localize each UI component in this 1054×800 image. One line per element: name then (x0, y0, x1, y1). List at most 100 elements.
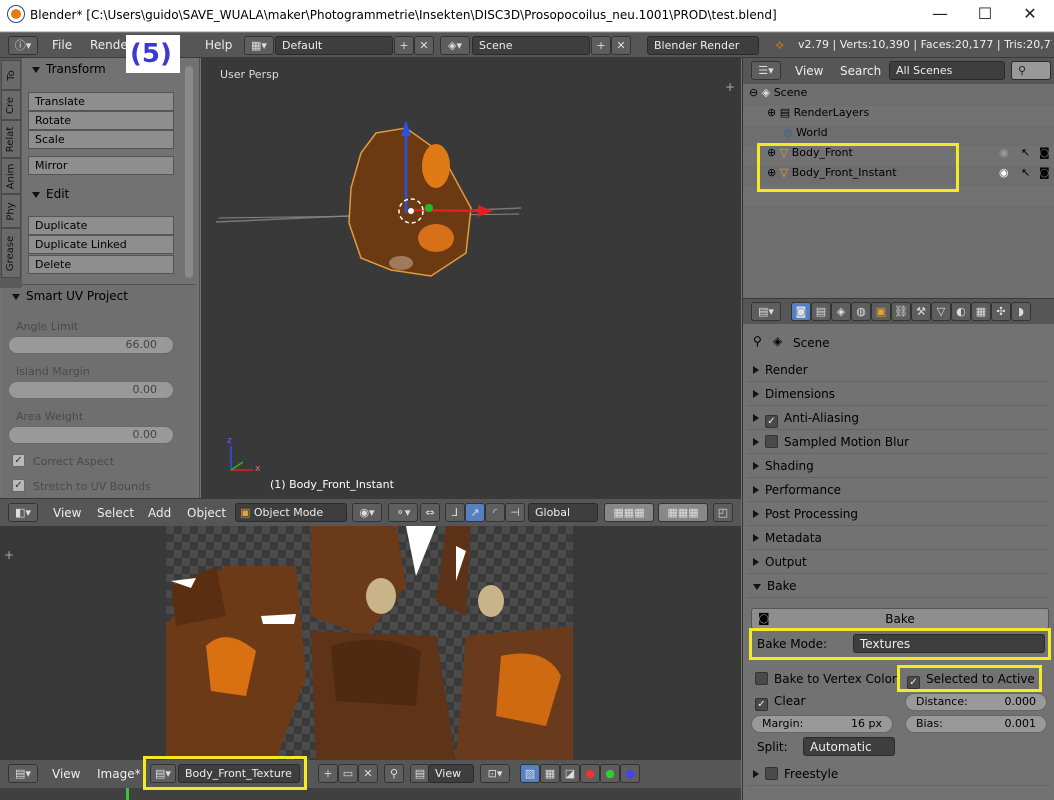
alpha-channel-icon[interactable]: ▦ (540, 764, 560, 783)
screen-layout-icon[interactable]: ▦▾ (244, 36, 274, 55)
distance-field[interactable]: Distance: 0.000 (905, 693, 1047, 711)
render-camera-icon[interactable]: ◙ (1039, 166, 1050, 179)
render-preview-icon[interactable]: ◰ (713, 503, 733, 522)
tab-create[interactable]: Cre (1, 90, 21, 120)
pivot-icon[interactable]: ⊡▾ (480, 764, 510, 783)
image-mode-icon[interactable]: ▤ (410, 764, 430, 783)
menu-add[interactable]: Add (148, 506, 171, 520)
add-layout-icon[interactable]: + (394, 36, 414, 55)
clear-checkbox-row[interactable]: ✓ Clear (755, 694, 805, 711)
tab-physics[interactable]: Phy (1, 194, 21, 228)
menu-object[interactable]: Object (187, 506, 226, 520)
split-select[interactable]: Automatic (803, 737, 895, 756)
pin-image-icon[interactable]: ⚲ (384, 764, 404, 783)
world-tab-icon[interactable]: ◍ (851, 302, 871, 321)
uv-image-editor[interactable]: + (0, 526, 741, 760)
section-output[interactable]: Output (747, 552, 1049, 574)
rotate-manipulator-icon[interactable]: ↗ (465, 503, 485, 522)
motion-blur-checkbox[interactable] (765, 435, 778, 448)
render-tab-icon[interactable]: ◙ (791, 302, 811, 321)
image-menu-image[interactable]: Image* (97, 767, 141, 781)
data-tab-icon[interactable]: ▽ (931, 302, 951, 321)
visibility-eye-icon[interactable]: ◉ (999, 166, 1009, 179)
scale-button[interactable]: Scale (28, 130, 174, 149)
transform-orientation-select[interactable]: Global (528, 503, 598, 522)
layout-field[interactable]: Default (275, 36, 393, 55)
scene-tab-icon[interactable]: ◈ (831, 302, 851, 321)
delete-button[interactable]: Delete (28, 255, 174, 274)
close-button[interactable]: ✕ (1015, 4, 1045, 23)
edit-panel-header[interactable]: Edit (32, 187, 69, 201)
select-cursor-icon[interactable]: ↖ (1021, 166, 1030, 179)
image-editor-type-icon[interactable]: ▤▾ (8, 764, 38, 783)
outliner-row-renderlayers[interactable]: ⊕ ▤ RenderLayers (743, 106, 1054, 126)
open-image-icon[interactable]: ▭ (338, 764, 358, 783)
object-mode-select[interactable]: ▣ Object Mode (235, 503, 347, 522)
green-channel-icon[interactable]: ● (600, 764, 620, 783)
section-post-processing[interactable]: Post Processing (747, 504, 1049, 526)
scene-field[interactable]: Scene (472, 36, 590, 55)
particles-tab-icon[interactable]: ✣ (991, 302, 1011, 321)
outliner-filter-select[interactable]: All Scenes (889, 61, 1005, 80)
section-bake[interactable]: Bake (747, 576, 1049, 598)
maximize-button[interactable]: ☐ (970, 4, 1000, 23)
minimize-button[interactable]: — (925, 4, 955, 23)
stretch-checkbox[interactable]: ✓ (12, 479, 25, 492)
3d-editor-type-icon[interactable]: ◧▾ (8, 503, 38, 522)
margin-field[interactable]: Margin: 16 px (751, 715, 893, 733)
3d-viewport[interactable]: User Persp + z x (1) Body_Front_Instant (201, 58, 741, 498)
smart-uv-header[interactable]: Smart UV Project (12, 289, 128, 303)
section-metadata[interactable]: Metadata (747, 528, 1049, 550)
scene-icon[interactable]: ◈▾ (440, 36, 470, 55)
tab-animation[interactable]: Anim (1, 158, 21, 194)
scale-manipulator-icon[interactable]: ◜ (485, 503, 505, 522)
duplicate-button[interactable]: Duplicate (28, 216, 174, 235)
mirror-button[interactable]: Mirror (28, 156, 174, 175)
remove-scene-icon[interactable]: ✕ (611, 36, 631, 55)
tab-tools[interactable]: To (1, 60, 21, 90)
mesh-object[interactable] (201, 58, 741, 498)
layers-grid-icon[interactable]: ▦▦▦ (604, 503, 654, 522)
menu-help[interactable]: Help (205, 38, 232, 52)
select-cursor-icon[interactable]: ↖ (1021, 146, 1030, 159)
translate-button[interactable]: Translate (28, 92, 174, 111)
image-menu-view[interactable]: View (52, 767, 80, 781)
vertex-color-checkbox[interactable] (755, 672, 768, 685)
translate-manipulator-icon[interactable]: ⅃ (445, 503, 465, 522)
bake-button[interactable]: ◙ Bake (751, 608, 1049, 629)
material-tab-icon[interactable]: ◐ (951, 302, 971, 321)
zdepth-channel-icon[interactable]: ◪ (560, 764, 580, 783)
section-dimensions[interactable]: Dimensions (747, 384, 1049, 406)
add-scene-icon[interactable]: + (591, 36, 611, 55)
clear-checkbox[interactable]: ✓ (755, 698, 768, 711)
object-tab-icon[interactable]: ▣ (871, 302, 891, 321)
transform-panel-header[interactable]: Transform (32, 62, 106, 76)
image-view-select[interactable]: View (428, 764, 474, 783)
menu-select[interactable]: Select (97, 506, 134, 520)
rotate-button[interactable]: Rotate (28, 111, 174, 130)
section-render[interactable]: Render (747, 360, 1049, 382)
properties-type-icon[interactable]: ▤▾ (751, 302, 781, 321)
area-weight-field[interactable]: 0.00 (8, 426, 174, 444)
scale-handle-icon[interactable]: ⊣ (505, 503, 525, 522)
unlink-image-icon[interactable]: ✕ (358, 764, 378, 783)
render-camera-icon[interactable]: ◙ (1039, 146, 1050, 159)
tab-relations[interactable]: Relat (1, 120, 21, 158)
angle-limit-field[interactable]: 66.00 (8, 336, 174, 354)
manipulator-toggle-icon[interactable]: ⇔ (420, 503, 440, 522)
remove-layout-icon[interactable]: ✕ (414, 36, 434, 55)
red-channel-icon[interactable]: ● (580, 764, 600, 783)
render-engine-select[interactable]: Blender Render (647, 36, 759, 55)
pivot-point-icon[interactable]: ⚬▾ (388, 503, 418, 522)
vertex-color-checkbox-row[interactable]: Bake to Vertex Color (755, 672, 897, 686)
texture-tab-icon[interactable]: ▦ (971, 302, 991, 321)
bias-field[interactable]: Bias: 0.001 (905, 715, 1047, 733)
outliner-type-icon[interactable]: ☰▾ (751, 61, 781, 80)
display-channel-icon[interactable]: ▨ (520, 764, 540, 783)
anti-aliasing-checkbox[interactable]: ✓ (765, 415, 778, 428)
timeline-strip[interactable] (0, 788, 741, 800)
physics-tab-icon[interactable]: ◗ (1011, 302, 1031, 321)
island-margin-field[interactable]: 0.00 (8, 381, 174, 399)
outliner-menu-view[interactable]: View (795, 64, 823, 78)
correct-aspect-checkbox[interactable]: ✓ (12, 454, 25, 467)
